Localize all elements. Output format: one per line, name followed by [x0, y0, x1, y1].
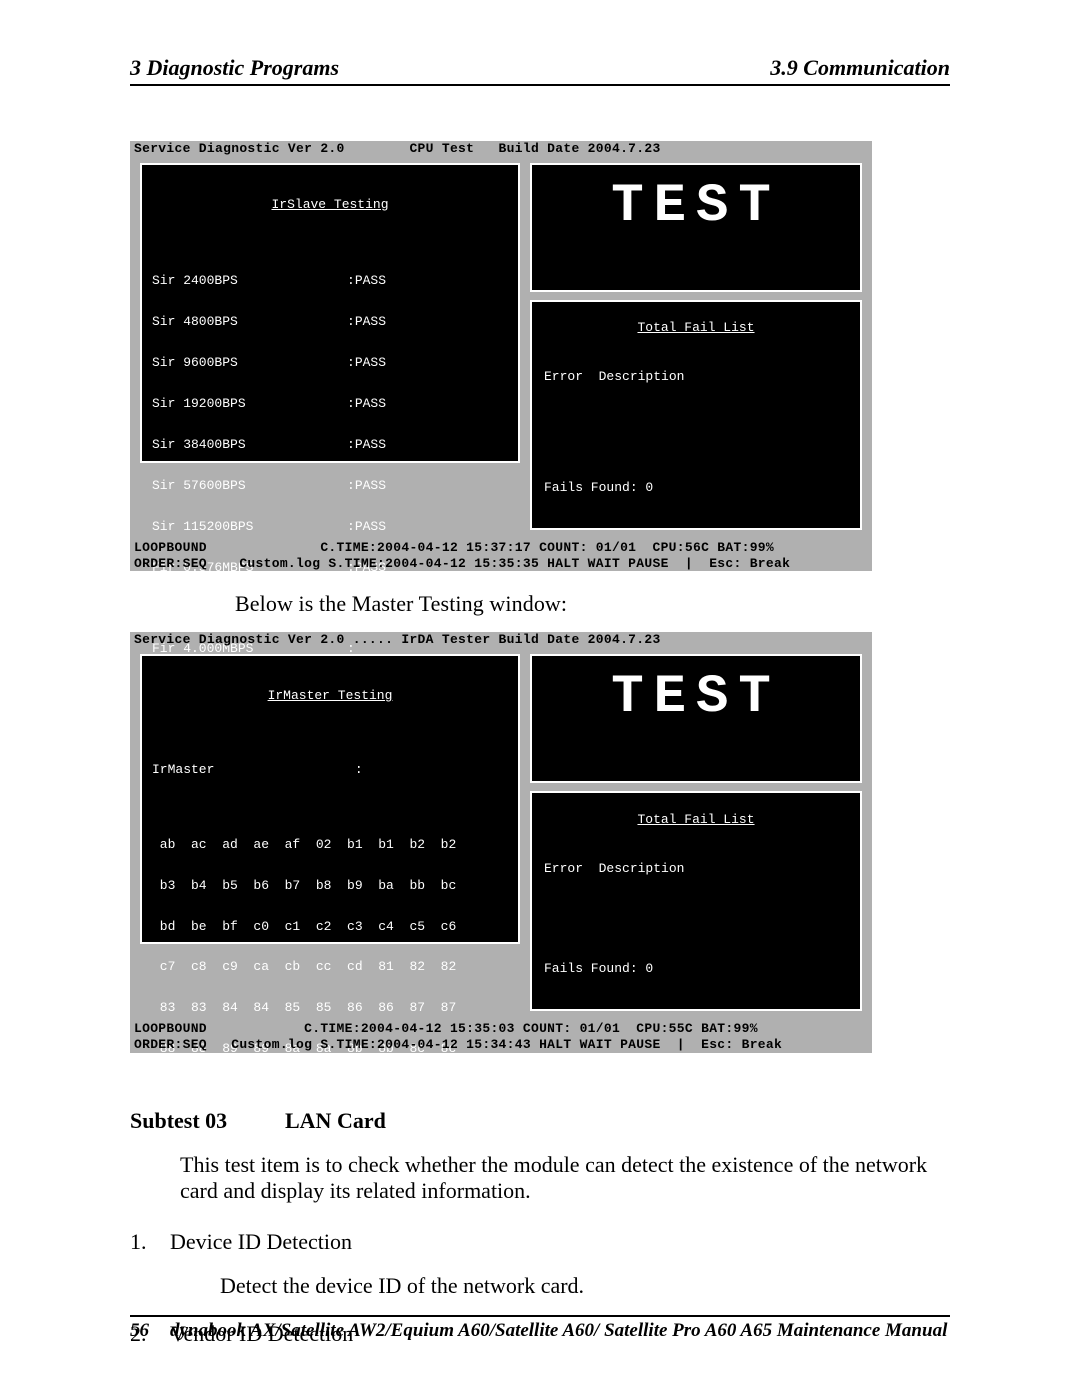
- list-text: Device ID Detection: [170, 1229, 352, 1255]
- shot2-hex-row: ab ac ad ae af 02 b1 b1 b2 b2: [152, 838, 508, 852]
- footer-title: dynabook AX/Satellite AW2/Equium A60/Sat…: [170, 1320, 947, 1342]
- shot1-footer1: LOOPBOUND C.TIME:2004-04-12 15:37:17 COU…: [130, 540, 872, 556]
- shot1-fail-title: Total Fail List: [637, 320, 754, 335]
- shot1-fail-cols: Error Description: [544, 370, 848, 384]
- shot2-header: Service Diagnostic Ver 2.0 ..... IrDA Te…: [130, 632, 872, 648]
- shot1-row: Sir 19200BPS :PASS: [152, 397, 508, 411]
- shot2-hex-row: bd be bf c0 c1 c2 c3 c4 c5 c6: [152, 920, 508, 934]
- shot1-row: Sir 2400BPS :PASS: [152, 274, 508, 288]
- subtest-name: LAN Card: [285, 1108, 386, 1134]
- shot2-fails-found: Fails Found: 0: [544, 962, 848, 976]
- shot1-test-big: TEST: [530, 163, 862, 292]
- shot2-hex-row: 8d 8e 8f 90 91 92 93 94 95 96: [152, 1083, 508, 1097]
- shot1-row: Sir 38400BPS :PASS: [152, 438, 508, 452]
- mid-text: Below is the Master Testing window:: [235, 591, 950, 617]
- screenshot-irslave: Service Diagnostic Ver 2.0 CPU Test Buil…: [130, 141, 872, 571]
- shot1-row: Sir 9600BPS :PASS: [152, 356, 508, 370]
- shot1-row: Sir 115200BPS :PASS: [152, 520, 508, 534]
- list-sub: Detect the device ID of the network card…: [220, 1273, 950, 1299]
- shot2-hex-row: 83 83 84 84 85 85 86 86 87 87: [152, 1001, 508, 1015]
- shot1-row: Sir 57600BPS :PASS: [152, 479, 508, 493]
- subtest-heading: Subtest 03 LAN Card: [130, 1108, 950, 1134]
- shot2-hex-row: c7 c8 c9 ca cb cc cd 81 82 82: [152, 960, 508, 974]
- shot2-hex-row: b3 b4 b5 b6 b7 b8 b9 ba bb bc: [152, 879, 508, 893]
- page-footer: 56 dynabook AX/Satellite AW2/Equium A60/…: [130, 1315, 950, 1342]
- page-header: 3 Diagnostic Programs 3.9 Communication: [130, 55, 950, 86]
- shot1-fails-found: Fails Found: 0: [544, 481, 848, 495]
- shot2-fail-panel: Total Fail List Error Description Fails …: [530, 791, 862, 1011]
- shot2-fail-cols: Error Description: [544, 862, 848, 876]
- header-left: 3 Diagnostic Programs: [130, 55, 339, 81]
- shot2-left-panel: IrMaster Testing IrMaster : ab ac ad ae …: [140, 654, 520, 944]
- shot1-row: Sir 4800BPS :PASS: [152, 315, 508, 329]
- shot2-fail-title: Total Fail List: [637, 812, 754, 827]
- shot1-left-panel: IrSlave Testing Sir 2400BPS :PASS Sir 48…: [140, 163, 520, 463]
- shot1-fail-panel: Total Fail List Error Description Fails …: [530, 300, 862, 530]
- screenshot-irmaster: Service Diagnostic Ver 2.0 ..... IrDA Te…: [130, 632, 872, 1052]
- lan-desc: This test item is to check whether the m…: [180, 1152, 950, 1204]
- shot2-line0: IrMaster :: [152, 763, 508, 777]
- shot1-header: Service Diagnostic Ver 2.0 CPU Test Buil…: [130, 141, 872, 157]
- shot2-footer2: ORDER:SEQ Custom.log S.TIME:2004-04-12 1…: [130, 1037, 872, 1053]
- list-num: 1.: [130, 1229, 170, 1255]
- shot1-title: IrSlave Testing: [271, 197, 388, 212]
- shot1-footer2: ORDER:SEQ Custom.log S.TIME:2004-04-12 1…: [130, 556, 872, 572]
- list-item-1: 1. Device ID Detection: [130, 1229, 950, 1255]
- subtest-label: Subtest 03: [130, 1108, 285, 1134]
- shot2-footer1: LOOPBOUND C.TIME:2004-04-12 15:35:03 COU…: [130, 1021, 872, 1037]
- header-right: 3.9 Communication: [770, 55, 950, 81]
- shot2-title: IrMaster Testing: [268, 688, 393, 703]
- shot2-test-big: TEST: [530, 654, 862, 783]
- page-number: 56: [130, 1320, 170, 1342]
